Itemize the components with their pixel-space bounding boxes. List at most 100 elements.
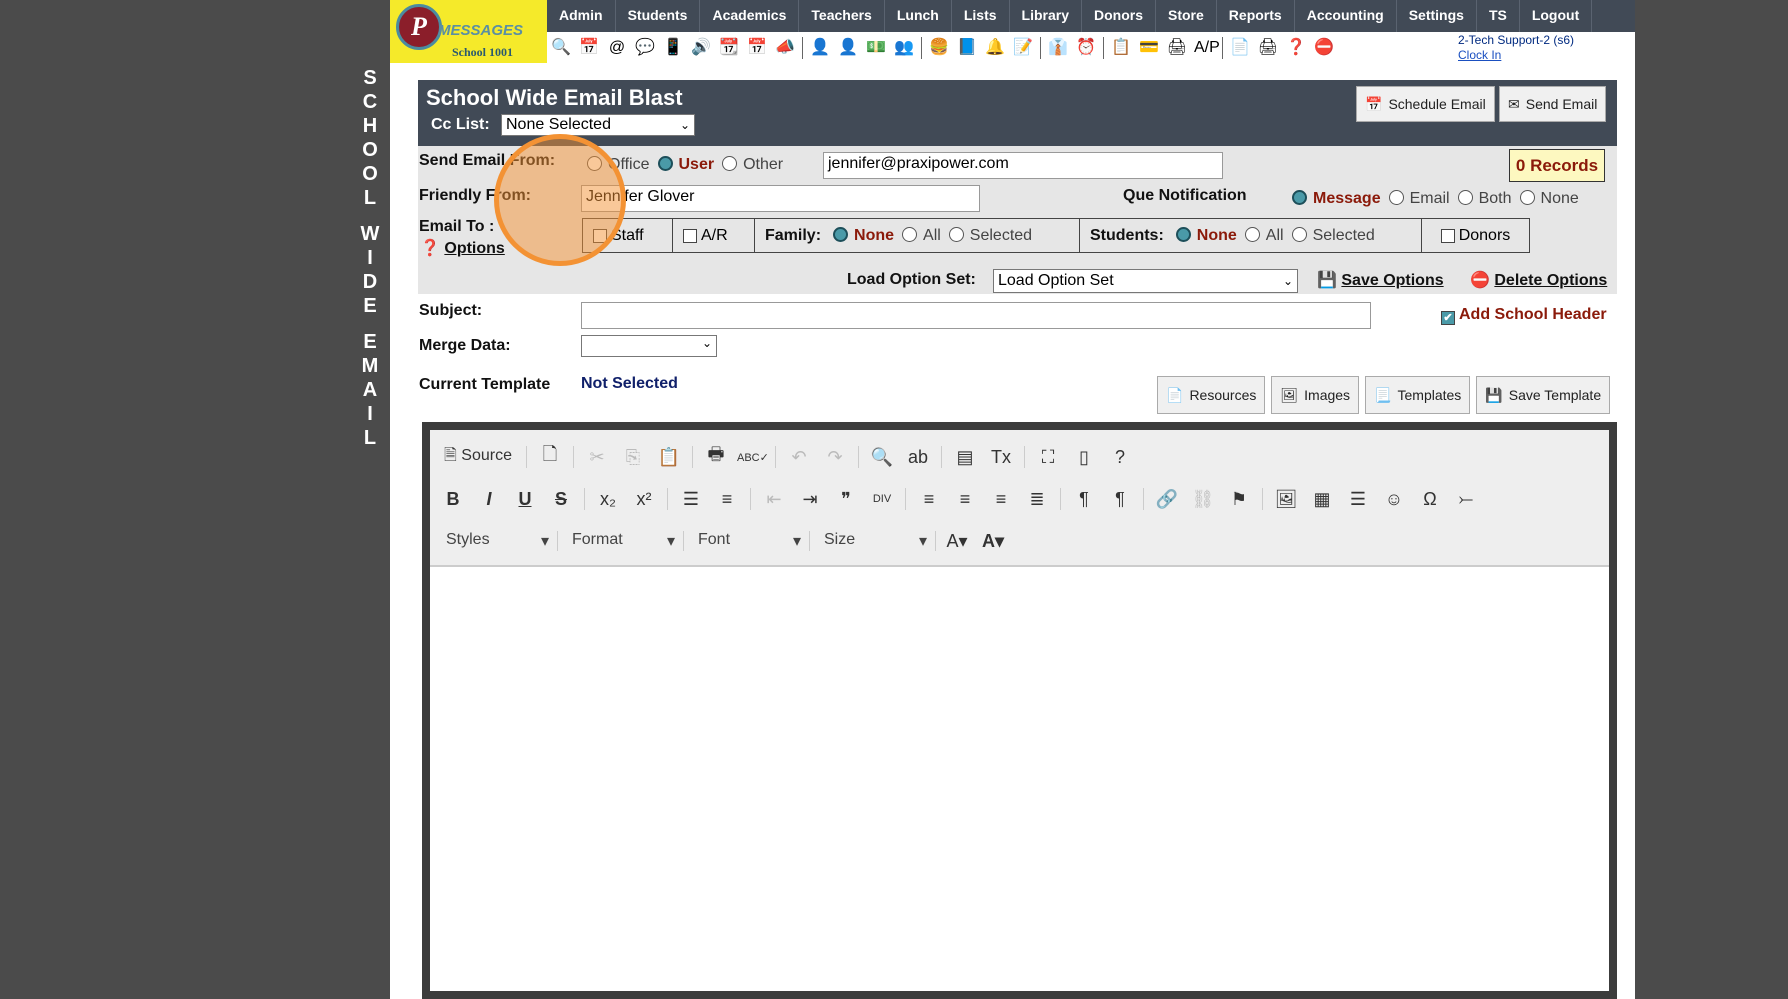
resources-button[interactable]: 📄 Resources xyxy=(1157,376,1266,414)
nav-academics[interactable]: Academics xyxy=(700,0,800,32)
italic-icon[interactable]: I xyxy=(474,489,504,510)
toolbar-shortcut-icon[interactable]: 👔 xyxy=(1047,37,1069,59)
toolbar-shortcut-icon[interactable]: 📣 xyxy=(774,37,796,59)
toolbar-shortcut-icon[interactable]: @ xyxy=(606,37,628,59)
toolbar-shortcut-icon[interactable]: 👤 xyxy=(809,37,831,59)
delete-options[interactable]: ⛔ Delete Options xyxy=(1470,270,1607,290)
donors-checkbox[interactable]: Donors xyxy=(1422,218,1530,253)
images-button[interactable]: 🖼 Images xyxy=(1271,376,1360,414)
toolbar-shortcut-icon[interactable]: 🖨 xyxy=(1166,37,1188,59)
nav-accounting[interactable]: Accounting xyxy=(1295,0,1397,32)
toolbar-shortcut-icon[interactable]: 🔍 xyxy=(550,37,572,59)
help-icon[interactable]: ? xyxy=(1105,447,1135,468)
save-template-button[interactable]: 💾 Save Template xyxy=(1476,376,1611,414)
combo-styles[interactable]: Styles ▾ xyxy=(438,531,558,551)
radio-none[interactable] xyxy=(833,226,849,242)
friendly-from-input[interactable]: Jennifer Glover xyxy=(581,185,980,212)
toolbar-shortcut-icon[interactable]: ⏰ xyxy=(1075,37,1097,59)
undo-icon[interactable]: ↶ xyxy=(784,447,814,468)
toolbar-shortcut-icon[interactable]: 📱 xyxy=(662,37,684,59)
add-school-header-checkbox[interactable]: ✔ Add School Header xyxy=(1441,306,1607,325)
nav-reports[interactable]: Reports xyxy=(1217,0,1295,32)
copy-icon[interactable]: ⎘ xyxy=(618,447,648,468)
nav-settings[interactable]: Settings xyxy=(1397,0,1477,32)
smiley-icon[interactable]: ☺ xyxy=(1379,489,1409,510)
ar-checkbox[interactable]: A/R xyxy=(673,218,755,253)
nav-library[interactable]: Library xyxy=(1010,0,1082,32)
radio-user[interactable] xyxy=(657,156,673,171)
options-link[interactable]: Options xyxy=(444,240,504,257)
save-options[interactable]: 💾 Save Options xyxy=(1317,270,1444,290)
combo-font[interactable]: Font ▾ xyxy=(690,531,810,551)
new-page-icon[interactable]: 🗋 xyxy=(535,442,565,472)
radio-all[interactable] xyxy=(1244,226,1260,242)
outdent-icon[interactable]: ⇤ xyxy=(759,489,789,510)
align-left-icon[interactable]: ≡ xyxy=(914,489,944,510)
radio-selected[interactable] xyxy=(948,226,964,242)
toolbar-shortcut-icon[interactable]: 👥 xyxy=(893,37,915,59)
toolbar-shortcut-icon[interactable]: 📅 xyxy=(746,37,768,59)
combo-format[interactable]: Format ▾ xyxy=(564,531,684,551)
nav-donors[interactable]: Donors xyxy=(1082,0,1156,32)
toolbar-shortcut-icon[interactable]: 🔊 xyxy=(690,37,712,59)
nav-lists[interactable]: Lists xyxy=(952,0,1010,32)
justify-icon[interactable]: ≣ xyxy=(1022,489,1052,510)
nav-ts[interactable]: TS xyxy=(1477,0,1520,32)
toolbar-shortcut-icon[interactable]: 🔔 xyxy=(984,37,1006,59)
subscript-icon[interactable]: x₂ xyxy=(593,489,623,510)
text-color-icon[interactable]: A▾ xyxy=(942,531,972,552)
numbered-list-icon[interactable]: ☰ xyxy=(676,489,706,510)
send-email-button[interactable]: ✉ Send Email xyxy=(1499,86,1607,122)
toolbar-shortcut-icon[interactable]: 📘 xyxy=(956,37,978,59)
show-blocks-icon[interactable]: ▯ xyxy=(1069,447,1099,468)
rtl-icon[interactable]: ¶ xyxy=(1105,489,1135,510)
redo-icon[interactable]: ↷ xyxy=(820,447,850,468)
align-center-icon[interactable]: ≡ xyxy=(950,489,980,510)
toolbar-shortcut-icon[interactable]: 📋 xyxy=(1110,37,1132,59)
templates-button[interactable]: 📃 Templates xyxy=(1365,376,1471,414)
cut-icon[interactable]: ✂ xyxy=(582,447,612,468)
merge-data-select[interactable]: ⌄ xyxy=(581,335,717,357)
nav-logout[interactable]: Logout xyxy=(1520,0,1593,32)
from-email-input[interactable]: jennifer@praxipower.com xyxy=(823,152,1223,179)
nav-teachers[interactable]: Teachers xyxy=(799,0,885,32)
strike-icon[interactable]: S xyxy=(546,489,576,510)
image-icon[interactable]: 🖼 xyxy=(1271,489,1301,510)
special-char-icon[interactable]: Ω xyxy=(1415,489,1445,510)
source-button[interactable]: 🗎 Source xyxy=(438,444,518,471)
radio-none[interactable] xyxy=(1519,190,1535,205)
find-icon[interactable]: 🔍 xyxy=(867,447,897,468)
schedule-email-button[interactable]: 📅 Schedule Email xyxy=(1356,86,1495,122)
toolbar-shortcut-icon[interactable]: 👤 xyxy=(837,37,859,59)
radio-selected[interactable] xyxy=(1291,226,1307,242)
subject-input[interactable] xyxy=(581,302,1371,329)
toolbar-shortcut-icon[interactable]: A/P xyxy=(1194,37,1220,59)
blockquote-icon[interactable]: ❞ xyxy=(831,489,861,510)
background-color-icon[interactable]: A▾ xyxy=(978,531,1008,552)
bulleted-list-icon[interactable]: ≡ xyxy=(712,489,742,510)
toolbar-shortcut-icon[interactable]: ⛔ xyxy=(1313,37,1335,59)
unlink-icon[interactable]: ⛓ xyxy=(1188,489,1218,510)
link-icon[interactable]: 🔗 xyxy=(1152,489,1182,510)
underline-icon[interactable]: U xyxy=(510,489,540,510)
select-all-icon[interactable]: ▤ xyxy=(950,447,980,468)
radio-email[interactable] xyxy=(1388,190,1404,205)
editor-body[interactable] xyxy=(430,567,1609,987)
toolbar-shortcut-icon[interactable]: 💵 xyxy=(865,37,887,59)
anchor-icon[interactable]: ⚑ xyxy=(1224,489,1254,510)
toolbar-shortcut-icon[interactable]: ❓ xyxy=(1285,37,1307,59)
toolbar-shortcut-icon[interactable]: 📝 xyxy=(1012,37,1034,59)
replace-icon[interactable]: ab xyxy=(903,447,933,468)
load-option-set-select[interactable]: Load Option Set ⌄ xyxy=(993,269,1298,293)
ltr-icon[interactable]: ¶ xyxy=(1069,489,1099,510)
nav-lunch[interactable]: Lunch xyxy=(885,0,952,32)
spellcheck-icon[interactable]: ABC✓ xyxy=(737,451,769,464)
radio-none[interactable] xyxy=(1175,226,1191,242)
superscript-icon[interactable]: x² xyxy=(629,489,659,510)
remove-format-icon[interactable]: Tx xyxy=(986,447,1016,468)
toolbar-shortcut-icon[interactable]: 📄 xyxy=(1229,37,1251,59)
radio-other[interactable] xyxy=(722,156,738,171)
toolbar-shortcut-icon[interactable]: 💬 xyxy=(634,37,656,59)
delete-options-link[interactable]: Delete Options xyxy=(1494,272,1607,289)
maximize-icon[interactable]: ⛶ xyxy=(1033,447,1063,468)
